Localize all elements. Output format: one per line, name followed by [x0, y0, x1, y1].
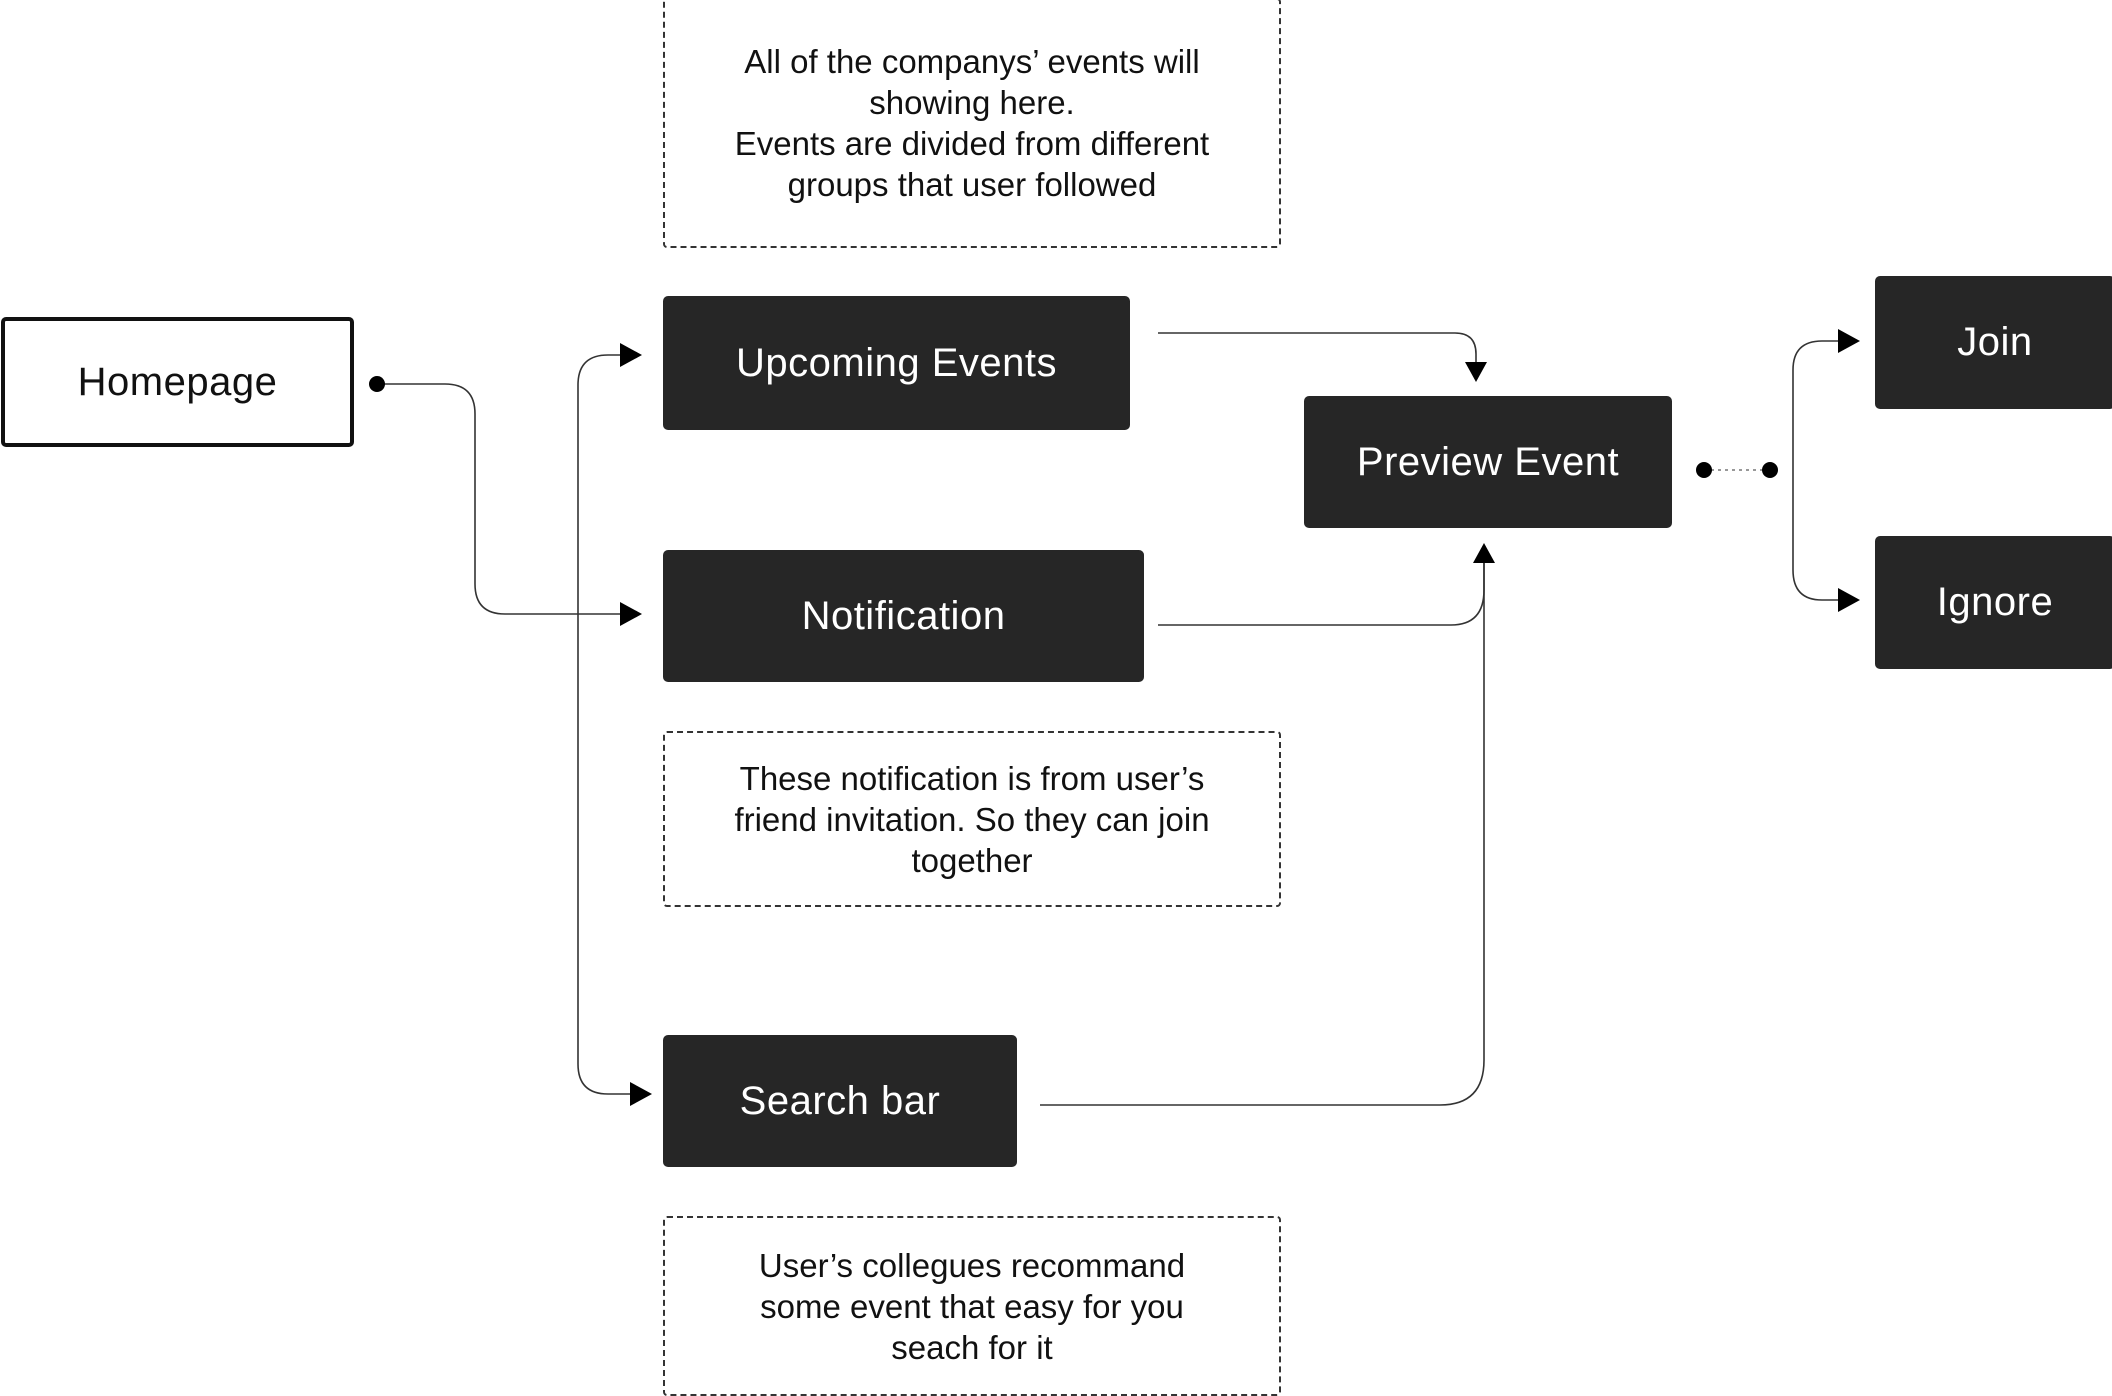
arrowhead-notification: [620, 602, 642, 626]
node-join[interactable]: Join: [1875, 276, 2112, 409]
node-preview-event[interactable]: Preview Event: [1304, 396, 1672, 528]
note-upcoming-events: All of the companys’ events will showing…: [663, 0, 1281, 248]
arrowhead-preview-top: [1465, 362, 1487, 382]
node-upcoming-events[interactable]: Upcoming Events: [663, 296, 1130, 430]
arrowhead-search: [630, 1082, 652, 1106]
edge-to-join: [1792, 340, 1838, 470]
dot-right: [1762, 462, 1778, 478]
arrowhead-upcoming: [620, 343, 642, 367]
edge-to-ignore: [1792, 470, 1838, 601]
edge-start-dot: [369, 376, 385, 392]
arrowhead-ignore: [1838, 588, 1860, 612]
arrowhead-preview-bottom: [1473, 543, 1495, 563]
note-notification: These notification is from user’s friend…: [663, 731, 1281, 907]
edge-notification-preview: [1158, 560, 1485, 626]
note-search-bar: User’s collegues recommand some event th…: [663, 1216, 1281, 1396]
node-search-bar[interactable]: Search bar: [663, 1035, 1017, 1167]
dot-left: [1696, 462, 1712, 478]
node-homepage[interactable]: Homepage: [1, 317, 354, 447]
edge-homepage-branch: [377, 383, 640, 615]
edge-upcoming-preview: [1158, 332, 1477, 362]
arrowhead-join: [1838, 329, 1860, 353]
node-notification[interactable]: Notification: [663, 550, 1144, 682]
edge-to-search: [577, 1063, 630, 1095]
edge-to-upcoming: [577, 354, 620, 1064]
node-ignore[interactable]: Ignore: [1875, 536, 2112, 669]
